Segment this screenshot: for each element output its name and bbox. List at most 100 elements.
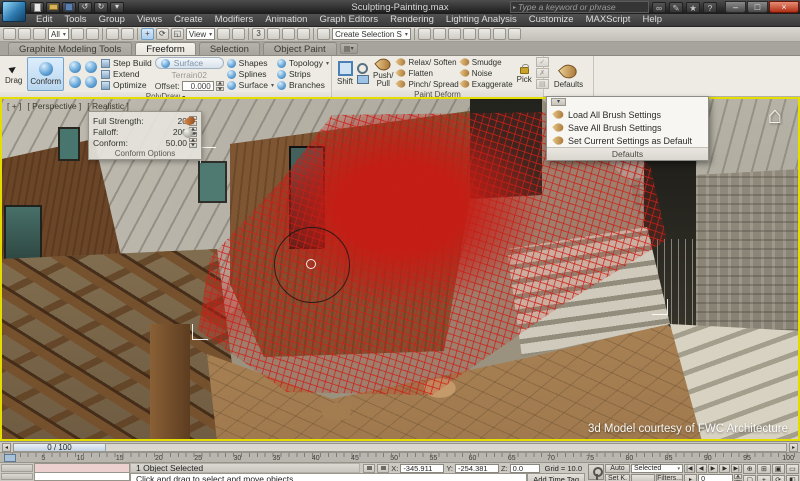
undo-button[interactable]: ↺ [78, 2, 92, 13]
schematic-view-icon[interactable] [478, 28, 491, 40]
menu-item[interactable]: Tools [58, 14, 92, 26]
menu-item[interactable]: Create [168, 14, 209, 26]
snaps-toggle-icon[interactable]: 3 [252, 28, 265, 40]
zoom-all-icon[interactable]: ⊞ [757, 464, 770, 474]
brush-icon[interactable] [184, 115, 197, 128]
zoom-extents-icon[interactable]: ▣ [772, 464, 785, 474]
viewcube-home-icon[interactable]: ⌂ [768, 103, 783, 129]
tab-selection[interactable]: Selection [199, 42, 260, 55]
ribbon-minimize-dropdown[interactable]: ▾ [340, 43, 358, 54]
maxscript-mini-listener[interactable] [34, 463, 130, 481]
sphere-icon[interactable] [183, 128, 193, 138]
conform-button[interactable]: Conform [27, 57, 64, 91]
tab-object-paint[interactable]: Object Paint [263, 42, 337, 55]
time-slider-handle[interactable]: 0 / 100 [14, 444, 106, 451]
menu-item[interactable]: Rendering [384, 14, 440, 26]
curve-editor-icon[interactable] [463, 28, 476, 40]
key-filters-button[interactable]: Filters... [656, 474, 683, 481]
minimize-button[interactable]: – [725, 1, 746, 13]
shift-rectangle-icon[interactable] [357, 75, 369, 84]
favorites-icon[interactable]: ★ [686, 2, 700, 13]
selection-lock-toggle[interactable] [363, 464, 375, 473]
defaults-button[interactable]: Defaults [552, 57, 585, 95]
window-crossing-icon[interactable] [121, 28, 134, 40]
reference-coordinate-dropdown[interactable]: View▾ [186, 28, 215, 40]
default-in-out-tangent-button[interactable] [631, 474, 655, 481]
layer-manager-icon[interactable] [448, 28, 461, 40]
zoom-icon[interactable]: ⊕ [743, 464, 756, 474]
application-menu-button[interactable] [2, 1, 26, 22]
pick-button[interactable]: Pick [515, 57, 534, 89]
polydraw-topology-button[interactable]: Branches [277, 80, 329, 90]
defaults-expand-button[interactable]: ▾ [551, 98, 566, 106]
listener-script-line[interactable] [34, 473, 130, 481]
align-icon[interactable] [433, 28, 446, 40]
select-and-link-icon[interactable] [3, 28, 16, 40]
select-and-move-icon[interactable]: + [141, 28, 154, 40]
polydraw-shape-button[interactable]: Surface ▾ [227, 80, 274, 90]
offset-field[interactable]: 0.000 [182, 81, 214, 91]
y-coordinate-field[interactable]: -254.381 [455, 464, 499, 473]
set-keys-button[interactable] [588, 464, 604, 480]
unlink-selection-icon[interactable] [18, 28, 31, 40]
menu-item[interactable]: Customize [523, 14, 580, 26]
select-and-scale-icon[interactable]: ◱ [171, 28, 184, 40]
shift-rotate-icon[interactable] [357, 63, 368, 74]
set-key-button[interactable]: Set K. [605, 474, 630, 481]
paint-deform-brush-button[interactable]: Exaggerate [461, 79, 513, 89]
push-pull-button[interactable]: Push/ Pull [371, 57, 395, 89]
polydraw-topology-button[interactable]: Topology ▾ [277, 58, 329, 68]
tab-graphite-modeling-tools[interactable]: Graphite Modeling Tools [8, 42, 132, 55]
track-bar[interactable]: 0510152025303540455055606570758085909510… [0, 452, 800, 462]
qat-customize-button[interactable]: ▾ [110, 2, 124, 13]
mirror-icon[interactable] [418, 28, 431, 40]
drag-button[interactable]: ► Drag [3, 57, 24, 91]
open-file-button[interactable] [46, 2, 60, 13]
help-icon[interactable]: ? [703, 2, 717, 13]
maximize-button[interactable]: □ [747, 1, 768, 13]
viewport-shading-menu[interactable]: [ Realistic ] [87, 101, 129, 111]
playback-button[interactable]: ▶ [719, 464, 730, 473]
polydraw-tool-button[interactable]: Step Build [101, 58, 152, 68]
menu-item[interactable]: Views [131, 14, 168, 26]
use-pivot-point-center-icon[interactable] [217, 28, 230, 40]
playback-button[interactable]: ▶ [708, 464, 719, 473]
polydraw-topology-button[interactable]: Strips [277, 69, 329, 79]
redo-button[interactable]: ↻ [94, 2, 108, 13]
material-editor-icon[interactable] [493, 28, 506, 40]
viewport-general-menu[interactable]: [ + ] [7, 101, 21, 111]
paint-deform-brush-button[interactable]: Smudge [461, 57, 513, 67]
rectangular-selection-region-icon[interactable] [106, 28, 119, 40]
time-slider-track[interactable]: 0 / 100 [13, 443, 787, 452]
conform-brush-normal-button[interactable] [83, 75, 98, 89]
playback-button[interactable]: |◀ [684, 464, 695, 473]
menu-item[interactable]: Help [636, 14, 668, 26]
value-spinner[interactable] [189, 138, 197, 148]
current-frame-field[interactable]: 0 [698, 474, 733, 481]
maximize-viewport-icon[interactable]: ◧ [786, 475, 799, 481]
menu-item[interactable]: Edit [30, 14, 58, 26]
playback-button[interactable]: ◀ [696, 464, 707, 473]
zoom-extents-all-icon[interactable]: ▭ [786, 464, 799, 474]
close-button[interactable]: × [769, 1, 799, 13]
paint-deform-brush-button[interactable]: Flatten [397, 68, 458, 78]
defaults-menu-item[interactable]: Set Current Settings as Default [547, 134, 708, 147]
select-and-rotate-icon[interactable]: ⟳ [156, 28, 169, 40]
prev-frame-arrow[interactable]: ◂ [2, 443, 11, 452]
search-icon[interactable]: ∞ [652, 2, 666, 13]
select-and-manipulate-icon[interactable] [232, 28, 245, 40]
menu-item[interactable]: Graph Editors [313, 14, 384, 26]
render-setup-icon[interactable] [508, 28, 521, 40]
save-file-button[interactable] [62, 2, 76, 13]
communication-center-icon[interactable]: ✎ [669, 2, 683, 13]
menu-item[interactable]: Modifiers [209, 14, 260, 26]
add-time-tag-button[interactable]: Add Time Tag [527, 473, 585, 481]
pan-view-icon[interactable]: + [757, 475, 770, 481]
track-bar-handle[interactable] [4, 454, 16, 462]
conform-brush-yz-button[interactable] [83, 60, 98, 74]
tab-freeform[interactable]: Freeform [135, 42, 196, 55]
select-object-icon[interactable] [71, 28, 84, 40]
infocenter-search-input[interactable] [518, 2, 646, 12]
polydraw-shape-button[interactable]: Shapes [227, 58, 274, 68]
key-mode-dropdown[interactable]: Selected▾ [631, 464, 683, 473]
